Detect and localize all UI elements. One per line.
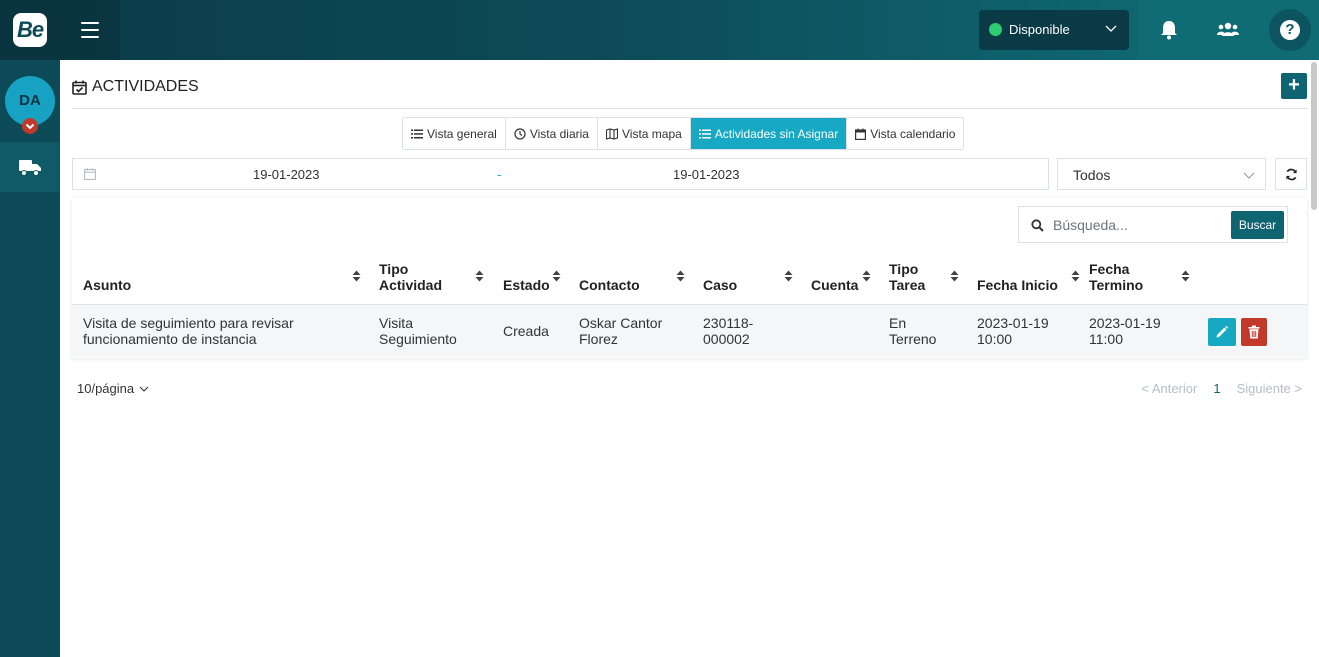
cell-fecha-termino: 2023-01-19 11:00 [1089,315,1161,347]
page-size-label: 10/página [77,381,135,396]
truck-icon [19,160,41,176]
menu-icon[interactable] [60,0,120,60]
sort-icon[interactable] [352,269,361,283]
help-button[interactable]: ? [1269,9,1311,51]
tab-label: Vista mapa [621,126,682,141]
app-logo[interactable]: Be [13,13,47,47]
add-activity-button[interactable]: + [1281,73,1307,99]
chevron-down-icon [139,386,149,392]
refresh-icon [1286,168,1297,181]
chevron-down-icon [1105,25,1117,32]
column-header-cuenta[interactable]: Cuenta [811,254,886,304]
tab-label: Vista calendario [870,126,956,141]
page-size-select[interactable]: 10/página [77,381,149,396]
sort-icon[interactable] [1181,269,1190,283]
tab-vista-general[interactable]: Vista general [403,118,506,149]
help-icon: ? [1280,20,1300,40]
list-icon [411,129,423,138]
cell-tipo-tarea: En Terreno [889,315,937,347]
logo-cell[interactable]: Be [0,0,60,60]
page-title-text: ACTIVIDADES [92,78,199,95]
date-separator: - [497,167,502,182]
cell-tipo-actividad: Visita Seguimiento [379,315,457,347]
list-icon [698,129,711,138]
column-header-contacto[interactable]: Contacto [579,254,694,304]
column-header-tipo-actividad[interactable]: Tipo Actividad [379,254,489,304]
cell-contacto: Oskar Cantor Florez [579,315,663,347]
calendar-icon [855,128,867,140]
tab-label: Vista general [427,126,497,141]
trash-icon [1248,325,1260,339]
calendar-icon [84,168,96,180]
sort-icon[interactable] [552,269,561,283]
availability-status-dropdown[interactable]: Disponible [979,10,1129,50]
current-page-link[interactable]: 1 [1213,381,1220,396]
top-bar: Be Disponible ? [0,0,1319,60]
prev-page-link[interactable]: < Anterior [1141,381,1197,396]
sidebar-item-activities[interactable] [0,142,60,192]
scrollbar-thumb[interactable] [1311,62,1317,210]
tab-vista-diaria[interactable]: Vista diaria [505,118,598,149]
pencil-icon [1216,325,1229,338]
view-tabs: Vista general Vista diaria Vista mapa Ac… [402,117,965,150]
end-date-input[interactable]: 19-01-2023 [673,167,740,182]
chevron-down-icon [1243,172,1255,179]
activities-table-card: Buscar Asunto TipoActividad Estado Conta… [72,198,1307,358]
tab-actividades-sin-asignar[interactable]: Actividades sin Asignar [690,118,848,149]
date-range-picker[interactable]: 19-01-2023 - 19-01-2023 [72,158,1049,190]
bell-icon[interactable] [1157,18,1181,42]
search-icon [1031,219,1044,232]
cell-caso: 230118- 000002 [703,315,754,347]
search-box: Buscar [1018,206,1288,243]
filter-select[interactable]: Todos [1057,158,1266,190]
calendar-check-icon [72,80,87,95]
sidebar: DA [0,60,60,657]
status-indicator [989,23,1002,36]
refresh-button[interactable] [1275,158,1307,190]
delete-button[interactable] [1241,318,1267,346]
sort-icon[interactable] [784,269,793,283]
cell-asunto: Visita de seguimiento para revisar funcio… [83,315,294,347]
filter-select-value: Todos [1073,167,1111,183]
column-header-asunto[interactable]: Asunto [83,254,363,304]
clock-icon [514,127,526,140]
page-title: ACTIVIDADES [72,77,199,97]
search-input[interactable] [1053,215,1223,235]
start-date-input[interactable]: 19-01-2023 [253,167,320,182]
edit-button[interactable] [1208,318,1236,346]
cell-fecha-inicio: 2023-01-19 10:00 [977,315,1049,347]
map-icon [605,127,618,140]
column-header-estado[interactable]: Estado [503,254,573,304]
tab-vista-mapa[interactable]: Vista mapa [597,118,691,149]
divider [72,108,1307,109]
users-icon[interactable] [1216,18,1240,42]
sort-icon[interactable] [475,269,484,283]
tab-label: Actividades sin Asignar [714,126,839,141]
page-scrollbar[interactable] [1309,60,1319,657]
tab-vista-calendario[interactable]: Vista calendario [847,118,964,149]
column-header-fecha-inicio[interactable]: Fecha Inicio [977,254,1087,304]
cell-estado: Creada [503,323,549,339]
sort-icon[interactable] [676,269,685,283]
status-label: Disponible [1009,22,1070,37]
sort-icon[interactable] [862,269,871,283]
chevron-down-icon[interactable] [22,118,38,134]
pagination: < Anterior 1 Siguiente > [1141,381,1302,396]
sort-icon[interactable] [1071,269,1080,283]
next-page-link[interactable]: Siguiente > [1237,381,1302,396]
tab-label: Vista diaria [529,126,589,141]
column-header-fecha-termino[interactable]: Fecha Termino [1089,254,1194,304]
column-header-tipo-tarea[interactable]: Tipo Tarea [889,254,969,304]
sort-icon[interactable] [950,269,959,283]
column-header-caso[interactable]: Caso [703,254,798,304]
search-button[interactable]: Buscar [1231,211,1284,239]
